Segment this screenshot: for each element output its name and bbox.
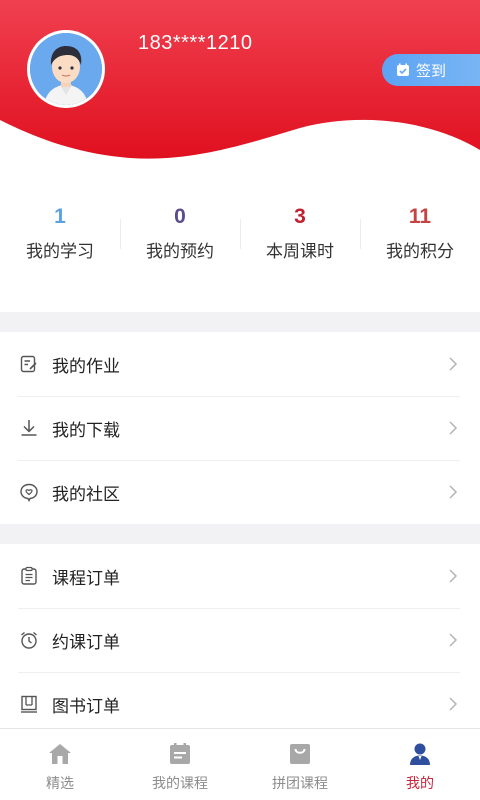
stat-label: 我的预约: [146, 242, 214, 262]
tab-me[interactable]: 我的: [360, 729, 480, 800]
profile-header: 183****1210 签到: [0, 0, 480, 165]
menu-item-homework[interactable]: 我的作业: [0, 332, 480, 396]
stat-label: 我的积分: [386, 242, 454, 262]
tab-label: 我的课程: [152, 776, 208, 792]
menu-item-course-orders[interactable]: 课程订单: [0, 544, 480, 608]
menu-group-orders: 课程订单 约课订单 图书订单: [0, 544, 480, 736]
chevron-right-icon: [449, 421, 458, 435]
section-divider: [0, 312, 480, 332]
sign-in-button[interactable]: 签到: [382, 54, 480, 86]
menu-item-book-orders[interactable]: 图书订单: [0, 672, 480, 736]
book-icon: [18, 693, 40, 715]
stat-value: 11: [408, 205, 432, 228]
stats-bar: 1 我的学习 0 我的预约 3 本周课时 11 我的积分: [0, 195, 480, 275]
chevron-right-icon: [449, 485, 458, 499]
stat-label: 我的学习: [26, 242, 94, 262]
bottom-tab-bar: 精选 我的课程 拼团课程 我的: [0, 728, 480, 800]
avatar-illustration: [30, 33, 102, 105]
stat-value: 3: [294, 205, 306, 228]
stat-value: 1: [54, 205, 66, 228]
tab-label: 我的: [406, 776, 434, 792]
tab-label: 拼团课程: [272, 776, 328, 792]
profile-page: 183****1210 签到 1 我的学习 0 我的预约 3 本周课时 11 我: [0, 0, 480, 800]
sign-in-label: 签到: [416, 61, 447, 80]
tab-my-courses[interactable]: 我的课程: [120, 729, 240, 800]
tab-group-courses[interactable]: 拼团课程: [240, 729, 360, 800]
chevron-right-icon: [449, 357, 458, 371]
course-icon: [170, 743, 190, 764]
tab-label: 精选: [46, 776, 74, 792]
menu-item-downloads[interactable]: 我的下载: [0, 396, 480, 460]
alarm-clock-icon: [18, 629, 40, 651]
stat-my-reservation[interactable]: 0 我的预约: [120, 195, 240, 275]
homework-icon: [18, 353, 40, 375]
menu-item-label: 我的下载: [52, 420, 120, 441]
menu-item-label: 我的社区: [52, 484, 120, 505]
chevron-right-icon: [449, 697, 458, 711]
home-icon: [49, 744, 71, 764]
menu-item-label: 图书订单: [52, 696, 120, 717]
stat-my-study[interactable]: 1 我的学习: [0, 195, 120, 275]
menu-item-booking-orders[interactable]: 约课订单: [0, 608, 480, 672]
menu-item-label: 我的作业: [52, 356, 120, 377]
chevron-right-icon: [449, 569, 458, 583]
menu-item-label: 约课订单: [52, 632, 120, 653]
section-divider: [0, 524, 480, 544]
chevron-right-icon: [449, 633, 458, 647]
community-icon: [18, 481, 40, 503]
clipboard-icon: [18, 565, 40, 587]
download-icon: [18, 417, 40, 439]
stat-value: 0: [174, 205, 186, 228]
user-icon: [410, 743, 430, 765]
stat-label: 本周课时: [266, 242, 334, 262]
calendar-check-icon: [397, 63, 409, 76]
user-phone-number: 183****1210: [138, 32, 253, 54]
bag-icon: [290, 744, 310, 764]
avatar[interactable]: [27, 30, 105, 108]
menu-item-community[interactable]: 我的社区: [0, 460, 480, 524]
tab-featured[interactable]: 精选: [0, 729, 120, 800]
menu-item-label: 课程订单: [52, 568, 120, 589]
stat-my-points[interactable]: 11 我的积分: [360, 195, 480, 275]
menu-group-personal: 我的作业 我的下载 我的社区: [0, 332, 480, 524]
stat-weekly-hours[interactable]: 3 本周课时: [240, 195, 360, 275]
